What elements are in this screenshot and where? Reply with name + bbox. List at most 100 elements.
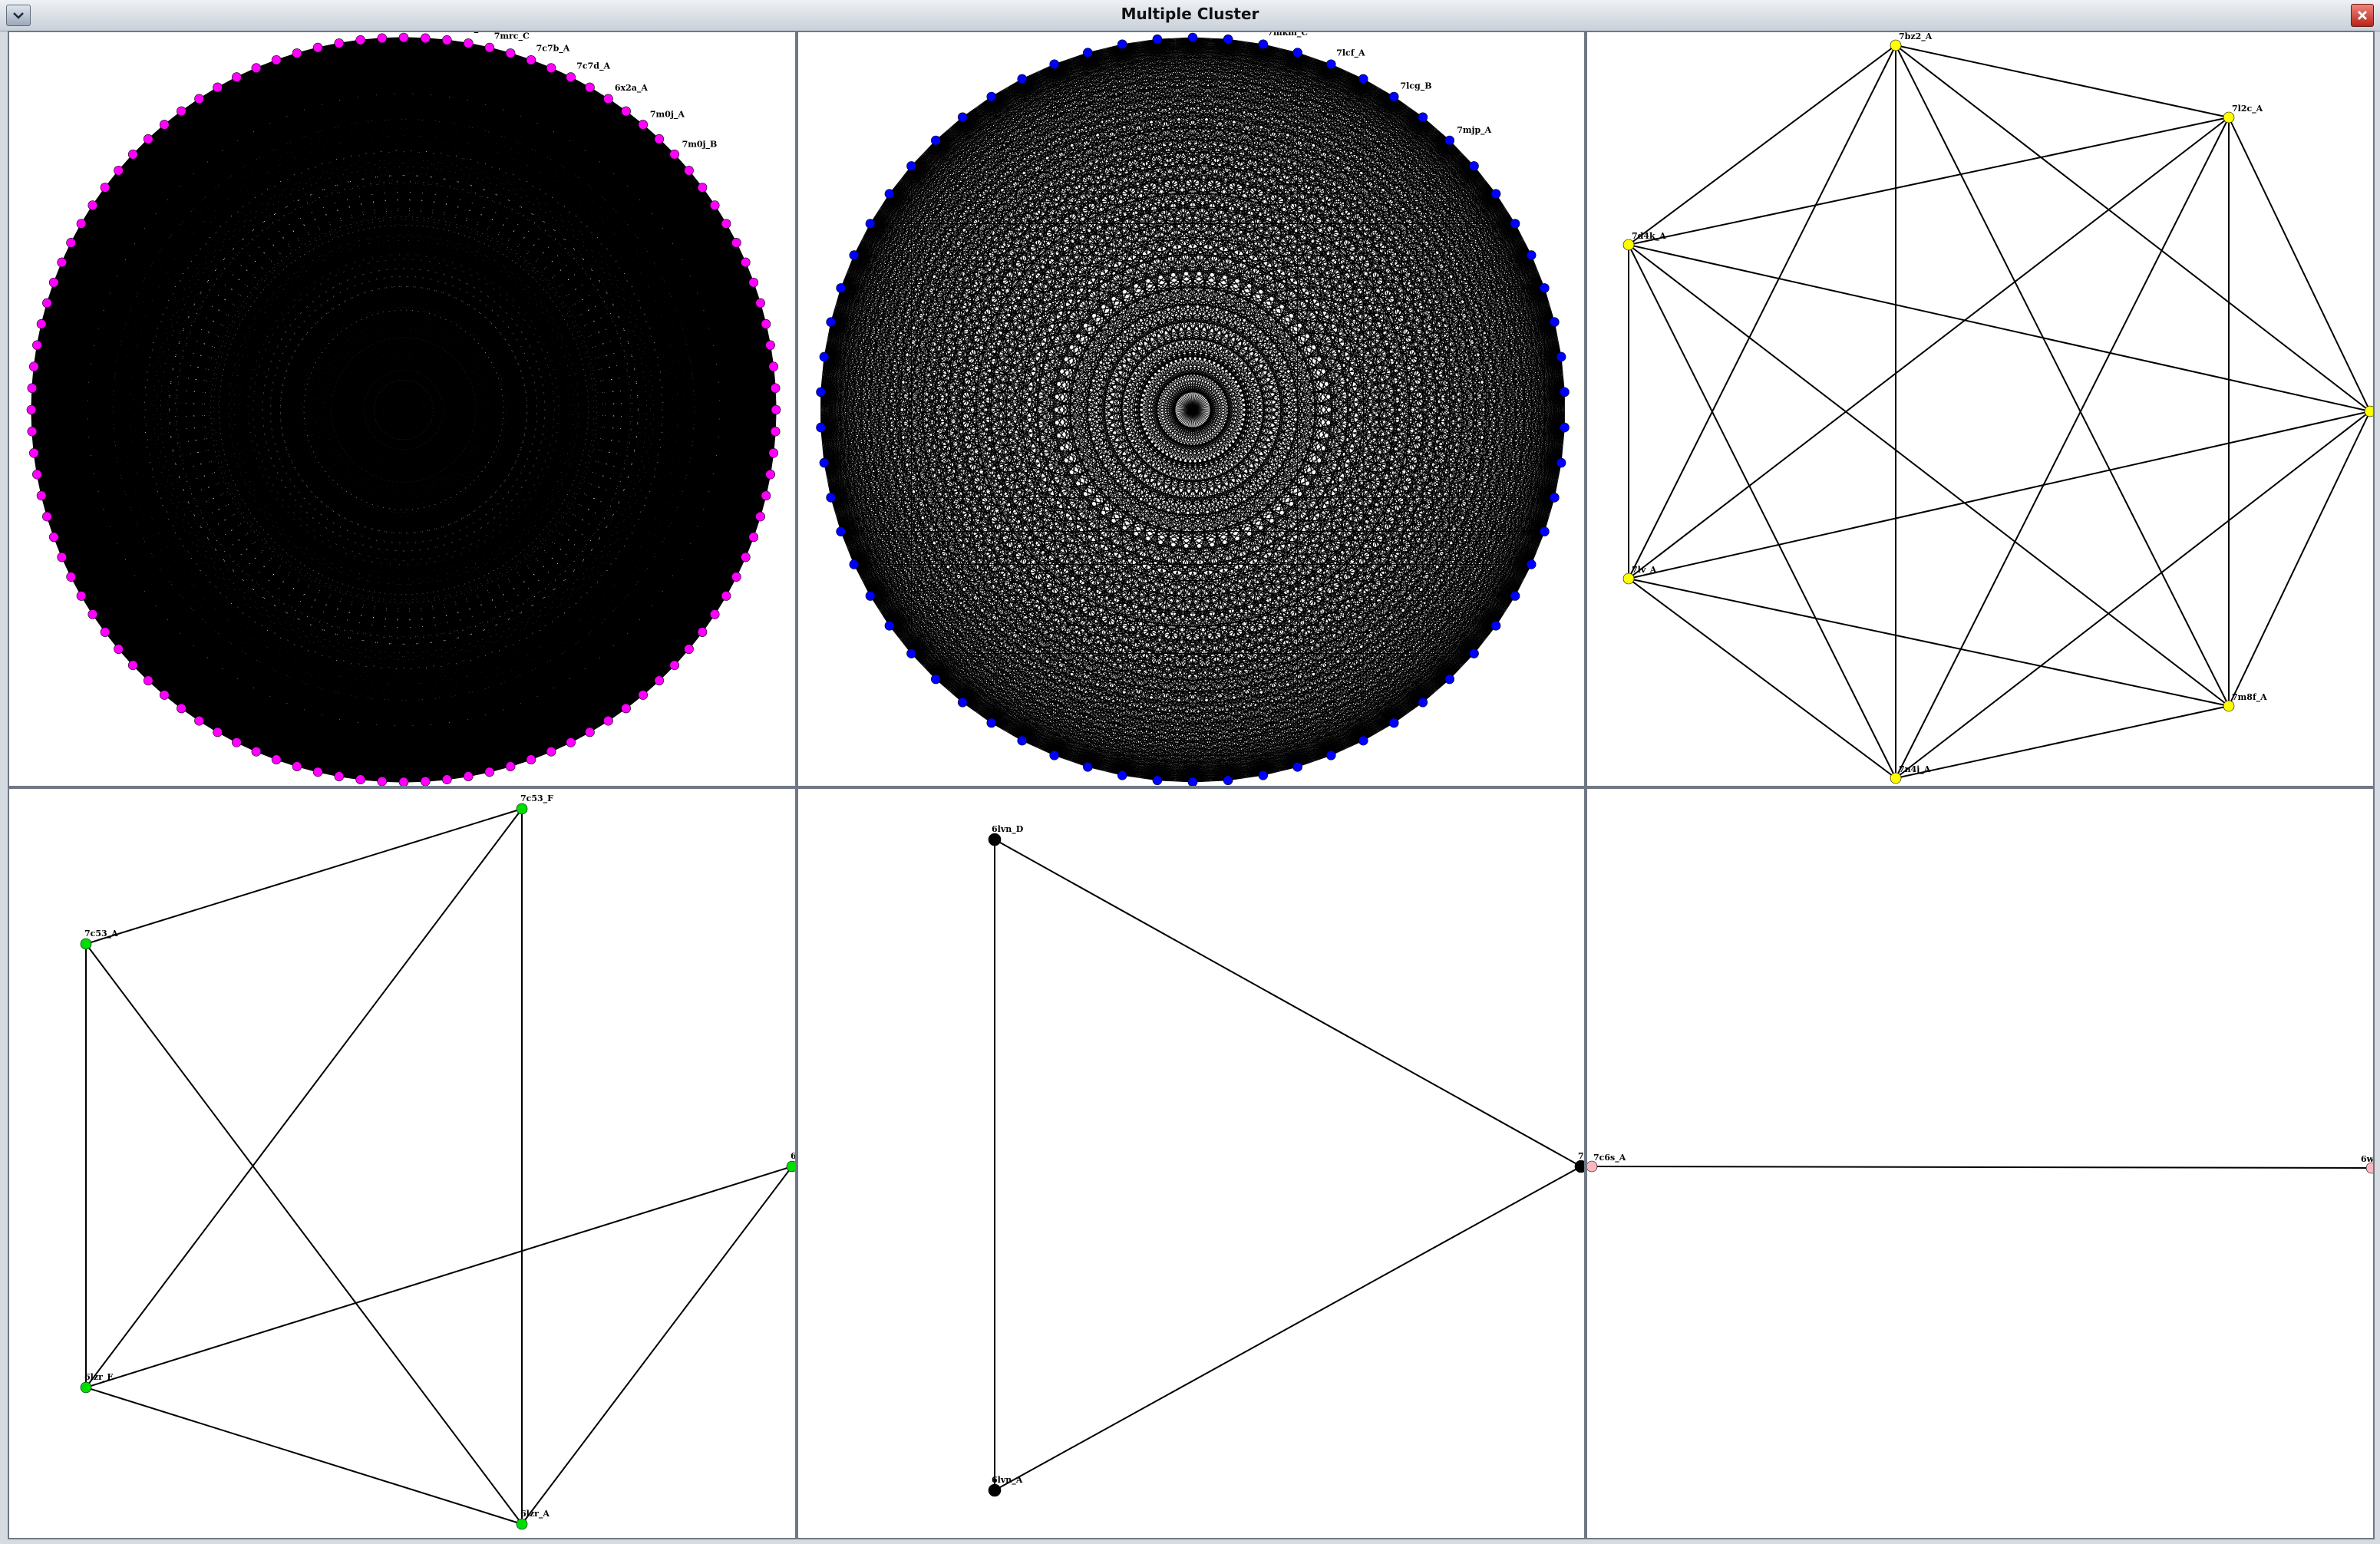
graph-node[interactable] <box>32 469 42 480</box>
graph-node[interactable] <box>127 660 138 671</box>
graph-node[interactable] <box>1490 621 1501 631</box>
graph-node[interactable] <box>114 165 124 176</box>
graph-node[interactable] <box>819 457 830 468</box>
graph-node[interactable] <box>684 644 694 655</box>
graph-node[interactable] <box>334 771 345 781</box>
graph-node[interactable] <box>765 469 775 480</box>
graph-node[interactable] <box>816 422 826 433</box>
graph-node[interactable] <box>836 526 846 536</box>
graph-node[interactable] <box>271 54 282 65</box>
graph-node[interactable] <box>566 737 576 747</box>
graph-node[interactable] <box>1550 317 1560 327</box>
graph-node[interactable] <box>505 48 516 58</box>
graph-node[interactable] <box>1556 457 1566 468</box>
graph-node[interactable] <box>709 200 720 210</box>
graph-node[interactable] <box>420 33 431 44</box>
graph-node[interactable] <box>654 134 665 144</box>
graph-node[interactable] <box>194 715 204 726</box>
graph-node[interactable] <box>931 135 941 146</box>
graph-node[interactable] <box>1388 91 1399 102</box>
graph-node[interactable] <box>28 448 39 458</box>
graph-node[interactable] <box>1187 777 1198 786</box>
graph-node[interactable] <box>1418 112 1428 123</box>
graph-node[interactable] <box>1117 39 1127 50</box>
graph-node[interactable] <box>988 833 1002 846</box>
graph-node[interactable] <box>1444 674 1454 685</box>
graph-node[interactable] <box>505 761 516 771</box>
graph-node[interactable] <box>1469 648 1479 658</box>
graph-node[interactable] <box>1258 770 1269 780</box>
graph-node[interactable] <box>585 727 595 737</box>
graph-node[interactable] <box>177 106 187 117</box>
graph-node[interactable] <box>1550 493 1560 503</box>
graph-node[interactable] <box>76 219 87 229</box>
graph-node[interactable] <box>355 35 365 45</box>
graph-node[interactable] <box>697 183 708 193</box>
graph-node[interactable] <box>526 754 536 765</box>
graph-node[interactable] <box>516 1518 528 1530</box>
graph-node[interactable] <box>748 532 759 543</box>
graph-node[interactable] <box>768 361 779 371</box>
graph-node[interactable] <box>865 591 876 601</box>
graph-node[interactable] <box>80 1381 92 1394</box>
graph-node[interactable] <box>546 747 556 757</box>
graph-node[interactable] <box>603 715 613 726</box>
graph-node[interactable] <box>292 761 302 771</box>
graph-node[interactable] <box>66 238 76 248</box>
graph-node[interactable] <box>1083 762 1093 772</box>
graph-node[interactable] <box>1325 750 1336 760</box>
graph-node[interactable] <box>36 318 47 329</box>
graph-node[interactable] <box>761 318 771 329</box>
graph-node[interactable] <box>87 200 98 210</box>
graph-node[interactable] <box>194 94 204 104</box>
graph-node[interactable] <box>654 675 665 686</box>
graph-node[interactable] <box>957 112 968 123</box>
graph-node[interactable] <box>1388 718 1399 728</box>
graph-node[interactable] <box>755 298 765 308</box>
graph-node[interactable] <box>621 106 631 117</box>
graph-node[interactable] <box>1223 34 1233 45</box>
graph-node[interactable] <box>1187 32 1198 43</box>
graph-node[interactable] <box>836 283 846 293</box>
graph-node[interactable] <box>906 648 916 658</box>
graph-node[interactable] <box>819 351 830 362</box>
graph-node[interactable] <box>931 674 941 685</box>
graph-node[interactable] <box>312 42 323 53</box>
graph-node[interactable] <box>87 609 98 619</box>
graph-node[interactable] <box>1587 1160 1598 1173</box>
graph-node[interactable] <box>1325 59 1336 70</box>
graph-node[interactable] <box>114 644 124 655</box>
graph-node[interactable] <box>377 776 388 786</box>
graph-node[interactable] <box>1418 697 1428 708</box>
graph-node[interactable] <box>1258 39 1269 50</box>
graph-node[interactable] <box>721 219 731 229</box>
graph-node[interactable] <box>355 774 365 785</box>
graph-node[interactable] <box>1526 559 1537 569</box>
graph-node[interactable] <box>621 703 631 714</box>
graph-node[interactable] <box>1574 1160 1584 1173</box>
graph-node[interactable] <box>292 48 302 58</box>
graph-node[interactable] <box>1358 74 1368 84</box>
graph-node[interactable] <box>865 219 876 229</box>
graph-node[interactable] <box>603 94 613 104</box>
graph-node[interactable] <box>1556 351 1566 362</box>
graph-node[interactable] <box>761 490 771 501</box>
graph-node[interactable] <box>66 572 76 582</box>
graph-node[interactable] <box>1622 572 1635 585</box>
graph-node[interactable] <box>32 340 42 351</box>
graph-node[interactable] <box>988 1483 1002 1497</box>
graph-node[interactable] <box>232 72 242 82</box>
graph-node[interactable] <box>826 317 836 327</box>
graph-node[interactable] <box>159 690 170 700</box>
graph-node[interactable] <box>516 803 528 815</box>
graph-node[interactable] <box>27 383 38 394</box>
graph-node[interactable] <box>741 552 751 563</box>
graph-node[interactable] <box>1526 250 1537 260</box>
graph-node[interactable] <box>1510 219 1520 229</box>
graph-node[interactable] <box>741 257 751 268</box>
graph-node[interactable] <box>768 448 779 458</box>
graph-node[interactable] <box>731 572 741 582</box>
graph-node[interactable] <box>986 91 997 102</box>
graph-node[interactable] <box>1049 750 1060 760</box>
graph-node[interactable] <box>638 690 649 700</box>
